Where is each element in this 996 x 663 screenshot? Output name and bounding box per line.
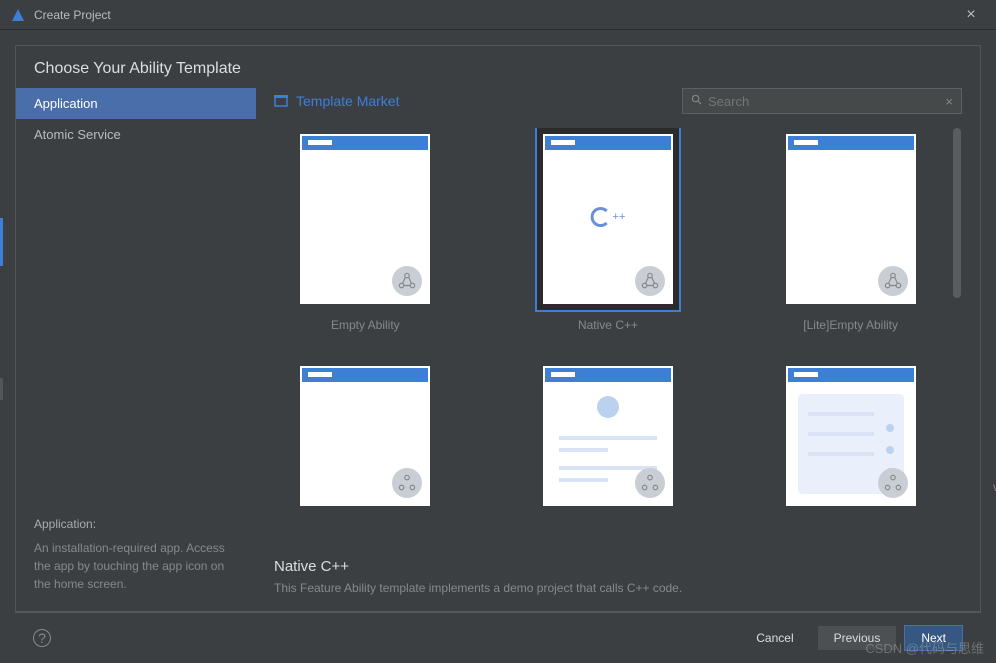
template-market-link[interactable]: Template Market (274, 93, 399, 109)
template-market-label: Template Market (296, 93, 399, 109)
badge-icon (635, 266, 665, 296)
sidebar-item-label: Atomic Service (34, 127, 121, 142)
template-label: Native C++ (578, 318, 638, 332)
template-preview (786, 134, 916, 304)
badge-icon (878, 468, 908, 498)
help-icon[interactable]: ? (33, 629, 51, 647)
watermark: CSDN @代码与思维 (865, 638, 984, 657)
template-preview (300, 366, 430, 506)
main-panel: Template Market × (256, 88, 980, 611)
selected-template-info: Native C++ This Feature Ability template… (274, 546, 962, 611)
create-project-dialog: Create Project × Choose Your Ability Tem… (0, 0, 996, 663)
sidebar-footer: Application: An installation-required ap… (16, 499, 256, 611)
sidebar-item-atomic-service[interactable]: Atomic Service (16, 119, 256, 150)
dialog-frame: Choose Your Ability Template Application… (15, 45, 981, 612)
sidebar-item-label: Application (34, 96, 98, 111)
titlebar: Create Project × (0, 0, 996, 30)
clear-search-icon[interactable]: × (945, 94, 953, 109)
template-item[interactable] (274, 360, 457, 512)
search-input[interactable] (708, 94, 939, 109)
close-icon[interactable]: × (956, 6, 986, 24)
template-preview (786, 366, 916, 506)
search-icon (691, 94, 702, 108)
template-native-cpp[interactable]: ++ Native C++ (517, 128, 700, 332)
search-input-container[interactable]: × (682, 88, 962, 114)
template-item[interactable] (759, 360, 942, 512)
template-preview: ++ (543, 134, 673, 304)
scrollbar[interactable] (952, 128, 962, 546)
template-item[interactable] (517, 360, 700, 512)
template-preview (300, 134, 430, 304)
sidebar-footer-desc: An installation-required app. Access the… (34, 539, 238, 593)
page-heading: Choose Your Ability Template (16, 46, 980, 88)
left-edge-indicator (0, 218, 3, 266)
window-title: Create Project (34, 8, 956, 22)
template-lite-empty-ability[interactable]: [Lite]Empty Ability (759, 128, 942, 332)
left-edge-indicator-2 (0, 378, 3, 400)
template-preview (543, 366, 673, 506)
template-label: Empty Ability (331, 318, 400, 332)
sidebar: Application Atomic Service Application: … (16, 88, 256, 611)
badge-icon (392, 468, 422, 498)
sidebar-footer-title: Application: (34, 517, 238, 531)
badge-icon (635, 468, 665, 498)
template-label: [Lite]Empty Ability (803, 318, 898, 332)
badge-icon (878, 266, 908, 296)
badge-icon (392, 266, 422, 296)
cancel-button[interactable]: Cancel (740, 626, 809, 650)
templates-scroll[interactable]: Empty Ability ++ (274, 128, 962, 546)
selected-template-title: Native C++ (274, 558, 962, 575)
market-icon (274, 94, 288, 108)
app-icon (10, 7, 26, 23)
dialog-button-row: ? Cancel Previous Next (15, 612, 981, 663)
template-empty-ability[interactable]: Empty Ability (274, 128, 457, 332)
sidebar-item-application[interactable]: Application (16, 88, 256, 119)
selected-template-desc: This Feature Ability template implements… (274, 581, 962, 595)
cpp-icon: ++ (591, 207, 626, 227)
